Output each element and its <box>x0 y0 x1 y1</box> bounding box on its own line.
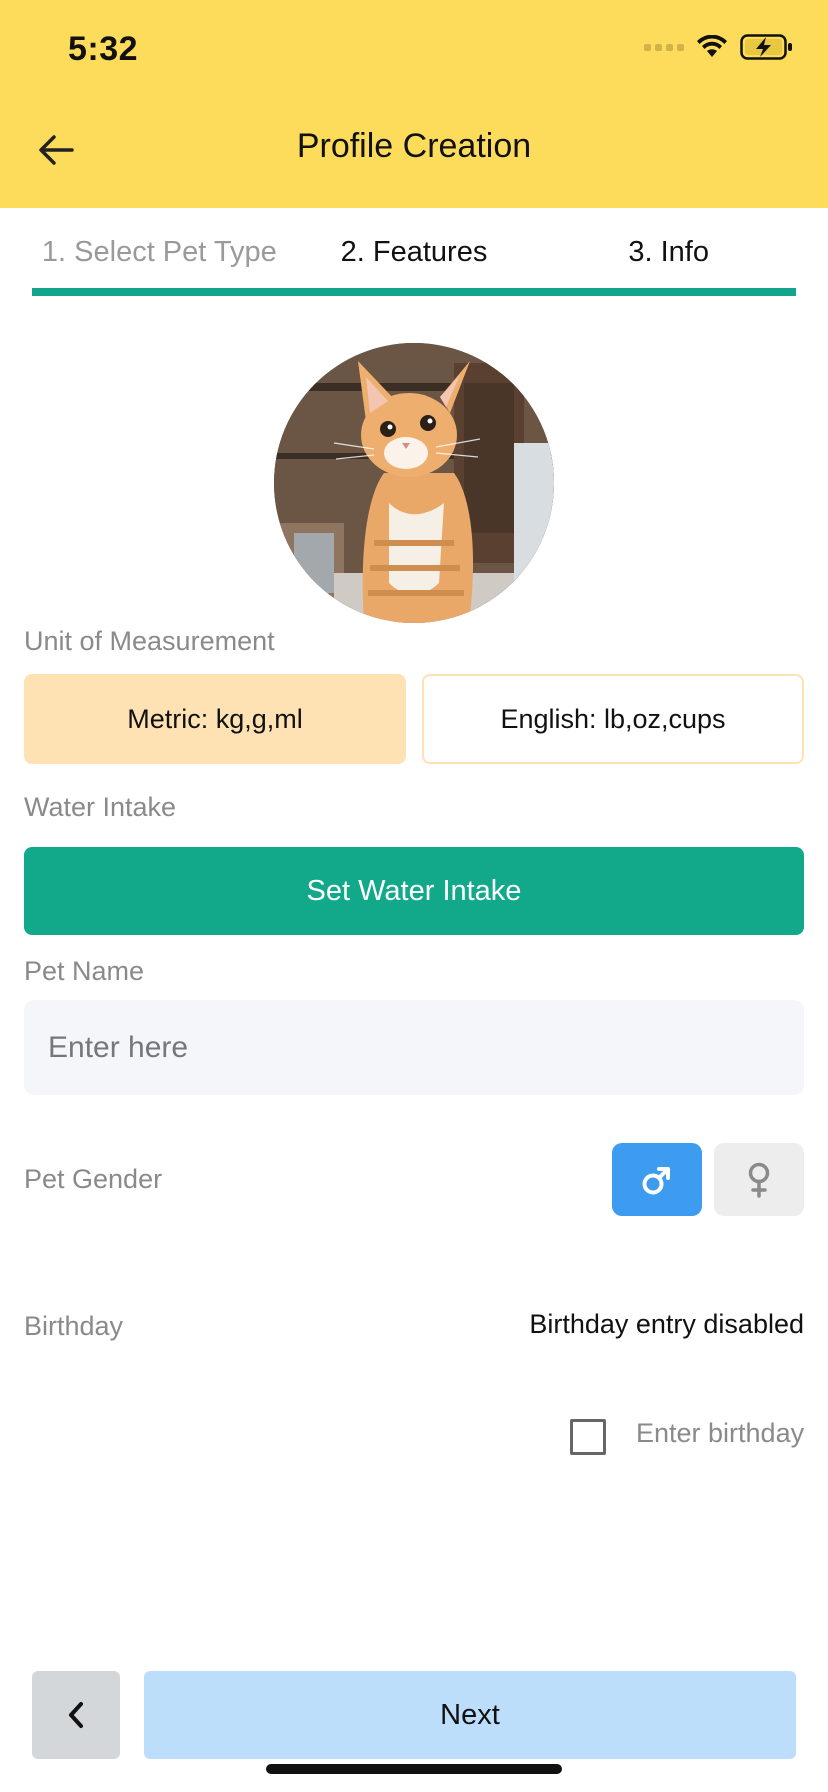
metric-unit-button[interactable]: Metric: kg,g,ml <box>24 674 406 764</box>
previous-step-button[interactable] <box>32 1671 120 1759</box>
tab-info[interactable]: 3. Info <box>541 208 797 296</box>
english-unit-label: English: lb,oz,cups <box>500 703 726 734</box>
tab-select-pet-type[interactable]: 1. Select Pet Type <box>32 208 287 296</box>
tab-progress-bar <box>32 288 287 296</box>
enter-birthday-checkbox[interactable] <box>570 1419 606 1455</box>
wifi-icon <box>697 35 727 57</box>
water-intake-label: Water Intake <box>24 792 177 822</box>
metric-unit-label: Metric: kg,g,ml <box>127 703 303 734</box>
tab-features[interactable]: 2. Features <box>286 208 542 296</box>
next-button-label: Next <box>440 1698 500 1731</box>
next-button[interactable]: Next <box>144 1671 796 1759</box>
enter-birthday-label[interactable]: Enter birthday <box>636 1418 804 1449</box>
male-gender-button[interactable] <box>612 1143 702 1216</box>
tab-label: 1. Select Pet Type <box>41 235 277 268</box>
home-indicator <box>266 1764 562 1774</box>
battery-charging-icon <box>740 34 792 60</box>
pet-gender-label: Pet Gender <box>24 1164 163 1194</box>
tab-label: 3. Info <box>628 235 709 268</box>
birthday-label: Birthday <box>24 1311 124 1341</box>
tab-progress-bar <box>286 288 542 296</box>
birthday-status-text: Birthday entry disabled <box>529 1309 804 1339</box>
female-icon <box>748 1162 770 1198</box>
page-title: Profile Creation <box>296 127 532 165</box>
set-water-intake-button[interactable]: Set Water Intake <box>24 847 804 935</box>
unit-of-measurement-label: Unit of Measurement <box>24 626 275 656</box>
female-gender-button[interactable] <box>714 1143 804 1216</box>
header-bar: 5:32 Profile Creation <box>0 0 828 208</box>
pet-photo-image <box>274 343 554 623</box>
english-unit-button[interactable]: English: lb,oz,cups <box>422 674 804 764</box>
tab-label: 2. Features <box>340 235 488 268</box>
male-icon <box>642 1166 670 1194</box>
status-time: 5:32 <box>68 30 139 68</box>
status-indicators <box>644 34 794 60</box>
step-tabs: 1. Select Pet Type 2. Features 3. Info <box>32 208 797 296</box>
chevron-left-icon <box>69 1702 83 1728</box>
tab-progress-bar <box>541 288 797 296</box>
pet-name-label: Pet Name <box>24 956 145 986</box>
pet-photo[interactable] <box>274 343 554 623</box>
cellular-signal-icon <box>644 43 684 51</box>
set-water-intake-label: Set Water Intake <box>306 874 522 907</box>
pet-name-input[interactable] <box>24 1000 804 1095</box>
